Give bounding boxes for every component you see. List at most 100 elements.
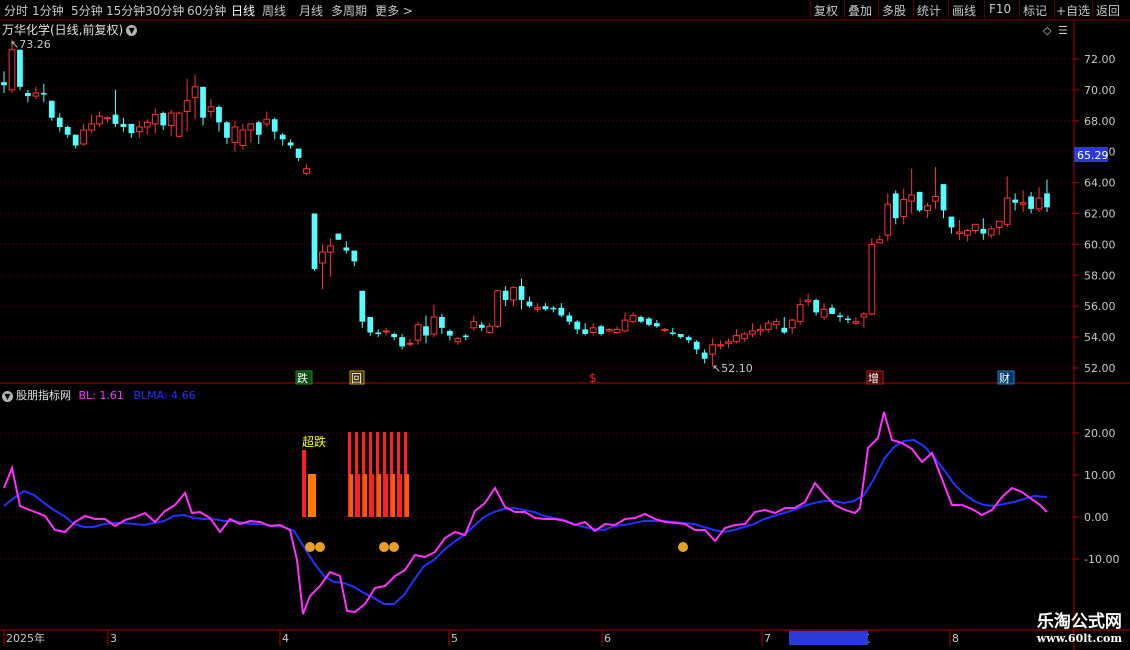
candle-body — [741, 333, 748, 340]
candle-body — [605, 328, 613, 332]
candle-body — [120, 123, 127, 127]
candle-body — [661, 328, 669, 331]
date-label: 7 — [764, 632, 771, 645]
candle-body — [980, 228, 987, 234]
candle-body — [454, 338, 462, 343]
candle-body — [17, 49, 23, 87]
candle-body — [207, 106, 215, 113]
price-tick-label: 52.00 — [1084, 362, 1116, 375]
candle-body — [669, 332, 676, 335]
candle-body — [478, 324, 485, 328]
price-tick-label: 70.00 — [1084, 84, 1116, 97]
candle-body — [406, 342, 414, 345]
indicator-tick-label: 10.00 — [1084, 469, 1116, 482]
candle-body — [462, 335, 469, 338]
candle-body — [884, 203, 892, 236]
candle-body — [510, 287, 517, 301]
candle-body — [1035, 197, 1043, 210]
indicator-grid — [0, 432, 1074, 560]
candlestick-series — [1, 39, 1050, 367]
candle-body — [88, 123, 95, 131]
oversold-annotation: 超跌 — [302, 434, 326, 449]
candle-body — [709, 344, 716, 355]
candle-body — [733, 335, 740, 343]
candle-body — [638, 317, 644, 322]
candle-body — [48, 100, 55, 118]
candle-body — [104, 117, 111, 120]
candle-body — [96, 115, 103, 125]
candle-body — [860, 313, 868, 318]
candle-body — [813, 300, 819, 313]
date-label: 3 — [110, 632, 117, 645]
candle-body — [550, 307, 557, 310]
candle-body — [25, 92, 31, 97]
candle-body — [135, 126, 143, 133]
oversold-bar — [384, 474, 388, 517]
price-tick-label: 56.00 — [1084, 300, 1116, 313]
indicator-axis: 20.00 10.00 0.00 -10.00 — [1074, 427, 1119, 566]
candle-body — [367, 317, 374, 333]
candle-body — [486, 325, 494, 333]
candle-body — [239, 129, 247, 147]
candle-body — [1003, 197, 1011, 225]
candle-body — [940, 184, 947, 211]
marker-pullback-label: 回 — [351, 372, 362, 385]
candle-body — [183, 100, 191, 113]
candle-body — [629, 314, 637, 323]
oversold-bar — [398, 474, 402, 517]
candle-body — [956, 231, 963, 235]
candle-body — [582, 329, 589, 335]
candle-body — [677, 334, 684, 338]
candle-body — [112, 114, 119, 124]
chart-canvas[interactable]: ◇ ☰ 72.0070.0068.0066.0064.0062.0060.005… — [0, 0, 1130, 650]
candle-body — [423, 326, 429, 336]
marker-dollar[interactable]: $ — [589, 371, 597, 385]
candle-body — [160, 113, 167, 126]
candle-body — [654, 323, 660, 327]
date-label: 8 — [952, 632, 959, 645]
candle-body — [908, 194, 916, 202]
candle-body — [375, 332, 382, 335]
candle-body — [725, 341, 732, 344]
candle-body — [271, 119, 278, 132]
candle-body — [757, 328, 764, 332]
candle-body — [287, 142, 294, 146]
price-tick-label: 72.00 — [1084, 53, 1116, 66]
price-grid — [0, 58, 1074, 369]
oversold-bar — [363, 474, 367, 517]
candle-body — [964, 229, 971, 236]
candle-body — [255, 122, 262, 135]
candle-body — [804, 299, 812, 303]
diamond-icon[interactable]: ◇ — [1043, 24, 1052, 37]
candle-body — [175, 112, 183, 137]
oversold-bar — [391, 474, 395, 517]
money-bag-icon — [678, 542, 688, 552]
settings-icon[interactable]: ☰ — [1058, 24, 1068, 37]
candle-body — [470, 321, 478, 329]
candle-body — [399, 337, 405, 347]
candle-body — [311, 213, 318, 270]
date-label: 6 — [604, 632, 611, 645]
candle-body — [1012, 199, 1019, 203]
candle-body — [319, 251, 326, 264]
candle-body — [589, 327, 597, 333]
candle-body — [987, 228, 995, 236]
oversold-bar — [308, 474, 312, 517]
candle-body — [335, 233, 342, 240]
candle-body — [295, 148, 302, 158]
candle-body — [279, 134, 286, 140]
candle-body — [32, 92, 40, 97]
date-label: 5 — [451, 632, 458, 645]
last-price-label: 65.29 — [1077, 149, 1109, 162]
candle-body — [143, 121, 151, 128]
candle-body — [852, 321, 860, 324]
candle-body — [796, 304, 804, 323]
price-tick-label: 60.00 — [1084, 238, 1116, 251]
date-label: 2025年 — [6, 631, 45, 645]
price-tick-label: 62.00 — [1084, 208, 1116, 221]
money-bag-icon — [305, 542, 325, 552]
candle-body — [876, 239, 884, 244]
candle-body — [359, 290, 366, 322]
marker-increase-label: 增 — [868, 371, 879, 385]
oversold-bar — [312, 474, 316, 517]
